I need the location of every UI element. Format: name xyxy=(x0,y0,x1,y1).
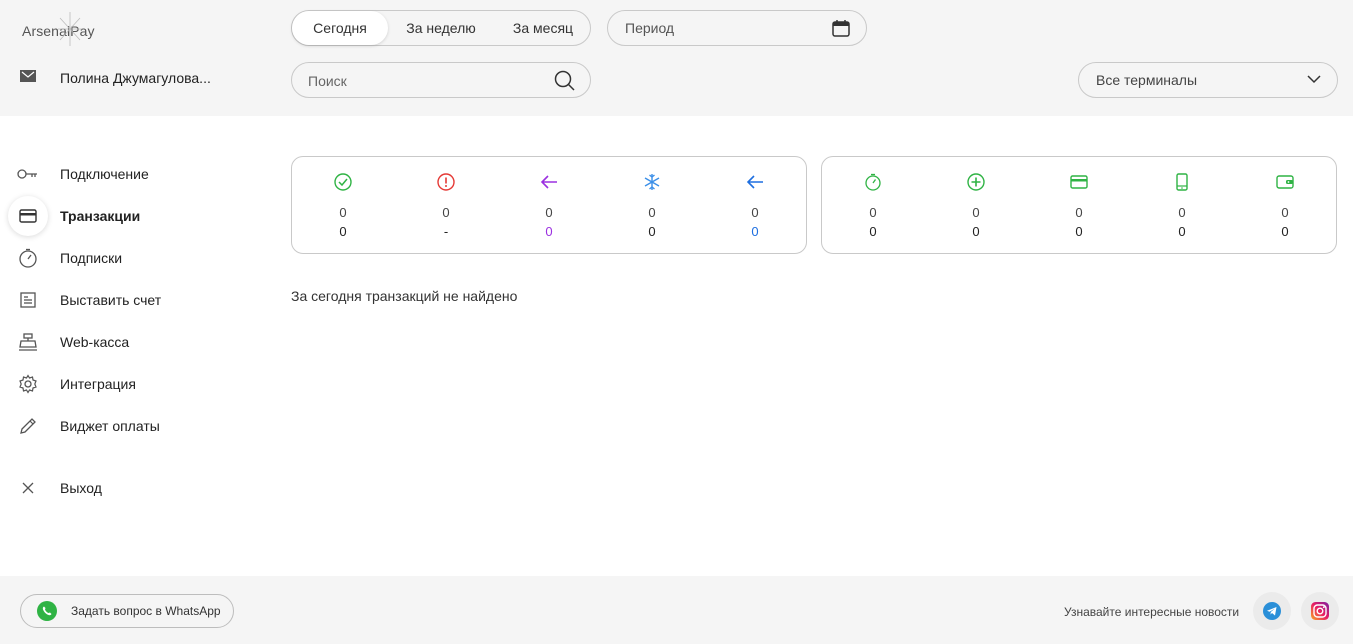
stat-count: 0 xyxy=(869,205,877,220)
sidebar-item-label: Подписки xyxy=(60,250,123,266)
whatsapp-label: Задать вопрос в WhatsApp xyxy=(71,604,221,618)
card-icon xyxy=(8,196,48,236)
stat-amount: 0 xyxy=(1281,224,1289,239)
stat-amount: 0 xyxy=(972,224,980,239)
chevron-down-icon xyxy=(1307,75,1321,84)
sidebar-item-label: Web-касса xyxy=(60,334,130,350)
stat-frozen[interactable]: 0 0 xyxy=(622,157,682,253)
card-icon xyxy=(1070,175,1088,189)
stat-amount: 0 xyxy=(545,224,553,239)
news-label: Узнавайте интересные новости xyxy=(1064,605,1240,619)
user-name: Полина Джумагулова... xyxy=(60,70,211,86)
sidebar-item-label: Транзакции xyxy=(60,208,141,224)
stat-count: 0 xyxy=(751,205,759,220)
stat-count: 0 xyxy=(545,205,553,220)
logout-label: Выход xyxy=(60,480,102,496)
calendar-icon[interactable] xyxy=(832,19,850,37)
terminals-selected: Все терминалы xyxy=(1096,72,1198,88)
stat-error[interactable]: 0 - xyxy=(416,157,476,253)
stat-count: 0 xyxy=(1178,205,1186,220)
stat-count: 0 xyxy=(1075,205,1083,220)
stat-count: 0 xyxy=(442,205,450,220)
stat-amount: 0 xyxy=(869,224,877,239)
arrow-left-icon xyxy=(746,175,763,189)
close-icon xyxy=(8,468,48,508)
period-placeholder: Период xyxy=(625,20,675,36)
stat-amount: 0 xyxy=(339,224,347,239)
check-circle-icon xyxy=(334,173,352,191)
telegram-button[interactable] xyxy=(1253,592,1291,630)
gear-icon xyxy=(8,364,48,404)
search-input[interactable] xyxy=(308,71,548,91)
sidebar-item-label: Подключение xyxy=(60,166,149,182)
sidebar-item-subscriptions[interactable]: Подписки xyxy=(0,238,260,278)
telegram-icon xyxy=(1263,602,1281,620)
pencil-icon xyxy=(8,406,48,446)
period-tabs: Сегодня За неделю За месяц xyxy=(291,10,591,46)
empty-transactions-message: За сегодня транзакций не найдено xyxy=(291,288,518,304)
stat-success[interactable]: 0 0 xyxy=(313,157,373,253)
error-circle-icon xyxy=(437,173,455,191)
method-stats-card: 0 0 0 0 0 0 0 0 0 0 xyxy=(821,156,1337,254)
search-icon[interactable] xyxy=(554,70,576,92)
sidebar-item-label: Виджет оплаты xyxy=(60,418,160,434)
stat-count: 0 xyxy=(1281,205,1289,220)
user-profile[interactable]: Полина Джумагулова... xyxy=(20,68,211,86)
search-box xyxy=(291,62,591,98)
stat-amount: 0 xyxy=(1178,224,1186,239)
plus-circle-icon xyxy=(967,173,985,191)
tab-week[interactable]: За неделю xyxy=(392,11,490,45)
snowflake-icon xyxy=(644,174,660,190)
sidebar-item-integration[interactable]: Интеграция xyxy=(0,364,260,404)
stat-topup[interactable]: 0 0 xyxy=(946,157,1006,253)
sidebar-item-label: Выставить счет xyxy=(60,292,162,308)
sidebar-item-payment-widget[interactable]: Виджет оплаты xyxy=(0,406,260,446)
key-icon xyxy=(8,154,48,194)
sidebar-item-transactions[interactable]: Транзакции xyxy=(0,196,260,236)
stopwatch-icon xyxy=(8,238,48,278)
phone-icon xyxy=(1176,173,1188,191)
wallet-icon xyxy=(1276,175,1294,189)
arrow-left-icon xyxy=(540,175,557,189)
stat-amount: 0 xyxy=(1075,224,1083,239)
status-stats-card: 0 0 0 - 0 0 0 0 0 0 xyxy=(291,156,807,254)
stat-amount: 0 xyxy=(648,224,656,239)
logo-star-icon xyxy=(58,12,82,46)
stat-wallet[interactable]: 0 0 xyxy=(1255,157,1315,253)
footer: Задать вопрос в WhatsApp Узнавайте интер… xyxy=(0,576,1353,644)
sidebar-item-invoice[interactable]: Выставить счет xyxy=(0,280,260,320)
stat-mobile[interactable]: 0 0 xyxy=(1152,157,1212,253)
terminals-select[interactable]: Все терминалы xyxy=(1078,62,1338,98)
instagram-button[interactable] xyxy=(1301,592,1339,630)
instagram-icon xyxy=(1311,602,1329,620)
stat-amount: - xyxy=(443,224,449,239)
whatsapp-icon xyxy=(37,601,57,621)
invoice-icon xyxy=(8,280,48,320)
stopwatch-icon xyxy=(865,173,881,191)
stat-count: 0 xyxy=(972,205,980,220)
stat-count: 0 xyxy=(339,205,347,220)
logo[interactable]: ArsenalPay xyxy=(22,12,102,48)
tab-today[interactable]: Сегодня xyxy=(292,11,388,45)
mail-icon xyxy=(20,70,36,82)
period-picker[interactable]: Период xyxy=(607,10,867,46)
sidebar-item-connection[interactable]: Подключение xyxy=(0,154,260,194)
header: ArsenalPay Полина Джумагулова... Сегодня… xyxy=(0,0,1353,116)
whatsapp-button[interactable]: Задать вопрос в WhatsApp xyxy=(20,594,234,628)
stat-refund[interactable]: 0 0 xyxy=(519,157,579,253)
stat-return[interactable]: 0 0 xyxy=(725,157,785,253)
cash-register-icon xyxy=(8,322,48,362)
tab-month[interactable]: За месяц xyxy=(496,11,590,45)
sidebar-item-web-cashbox[interactable]: Web-касса xyxy=(0,322,260,362)
sidebar-item-label: Интеграция xyxy=(60,376,136,392)
stat-amount: 0 xyxy=(751,224,759,239)
logout-button[interactable]: Выход xyxy=(0,468,260,508)
stat-count: 0 xyxy=(648,205,656,220)
stat-subscription[interactable]: 0 0 xyxy=(843,157,903,253)
stat-card[interactable]: 0 0 xyxy=(1049,157,1109,253)
